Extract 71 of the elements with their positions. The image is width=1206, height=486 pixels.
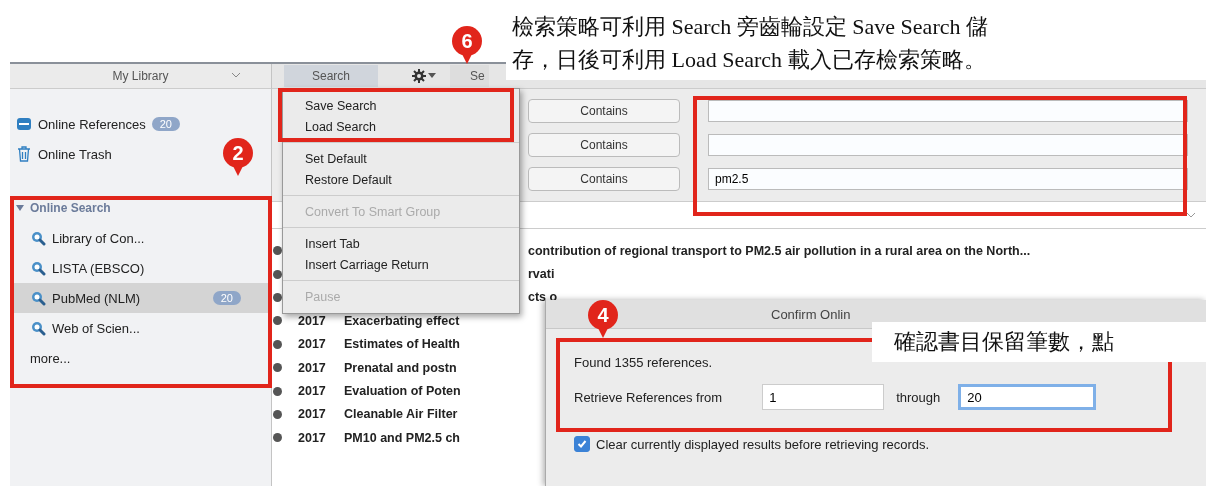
- year-cell-text: 2017: [298, 430, 327, 445]
- search-term-field[interactable]: [708, 100, 1188, 122]
- title-cell: Exacerbating effect: [344, 313, 460, 328]
- annotation-text: 檢索策略可利用 Search 旁齒輪設定 Save Search 儲: [512, 13, 988, 41]
- group-header[interactable]: Online Search: [10, 193, 115, 223]
- menu-item[interactable]: Set Default: [283, 148, 373, 169]
- count-badge: 20: [212, 291, 241, 305]
- year-cell-text: 2017: [298, 337, 327, 352]
- status-dot: [273, 316, 282, 326]
- database-icon: [16, 116, 32, 132]
- found-text: Found 1355 references.: [574, 355, 714, 370]
- annotation-text: 確認書目保留筆數，點: [894, 329, 1114, 354]
- magnifier-icon: [30, 260, 46, 276]
- sidebar-item[interactable]: Online References 20: [10, 109, 214, 139]
- status-dot: [273, 433, 282, 443]
- chevron-down-icon[interactable]: [1186, 212, 1196, 218]
- search-tab[interactable]: Search: [284, 65, 379, 87]
- checkmark-icon: [577, 439, 587, 449]
- title-cell: PM10 and PM2.5 ch: [344, 430, 460, 445]
- through-field[interactable]: 20: [958, 384, 1097, 410]
- search-term-field[interactable]: [708, 134, 1188, 156]
- title-cell: Evaluation of Poten: [344, 384, 461, 399]
- status-dot: [273, 409, 282, 419]
- year-cell-text: 2017: [298, 360, 327, 375]
- year-cell-text: 2017: [298, 407, 327, 422]
- checkbox-label: Clear currently displayed results before retrieving records.: [596, 436, 930, 452]
- toolbar-tab[interactable]: Se: [450, 65, 489, 87]
- magnifier-icon: [30, 290, 46, 306]
- condition-select[interactable]: Contains: [528, 167, 680, 191]
- dialog-title: Confirm Onlin: [771, 306, 851, 322]
- condition-select[interactable]: Contains: [528, 99, 680, 123]
- menu-item[interactable]: Restore Default: [283, 169, 398, 190]
- from-field[interactable]: 1: [762, 384, 885, 410]
- caret-icon[interactable]: [428, 73, 437, 79]
- from-label: Retrieve References from: [574, 389, 723, 405]
- status-dot: [273, 339, 282, 349]
- triangle-down-icon[interactable]: [16, 204, 24, 212]
- title-cell: Cleanable Air Filter: [344, 407, 458, 422]
- status-dot: [273, 363, 282, 373]
- settings-icon[interactable]: [412, 69, 427, 83]
- menu-item[interactable]: Insert Tab: [283, 233, 366, 254]
- sidebar-item[interactable]: Online Trash: [10, 139, 116, 169]
- sidebar-item[interactable]: Web of Scien...: [10, 313, 144, 343]
- title-cell: Prenatal and postn: [344, 360, 457, 375]
- title-cell: Estimates of Health: [344, 337, 460, 352]
- chevron-down-icon[interactable]: [231, 72, 241, 78]
- title-cell: rvati: [528, 267, 555, 282]
- year-cell-text: 2017: [298, 384, 327, 399]
- condition-select[interactable]: Contains: [528, 133, 680, 157]
- year-cell-text: 2017: [298, 313, 327, 328]
- library-title: My Library: [112, 69, 169, 83]
- sidebar-item[interactable]: LISTA (EBSCO): [10, 253, 149, 283]
- sidebar-item[interactable]: more...: [10, 343, 75, 373]
- search-term-field[interactable]: pm2.5: [708, 168, 1188, 190]
- status-dot: [273, 292, 282, 302]
- status-dot: [273, 246, 282, 256]
- through-label: through: [896, 389, 941, 405]
- status-dot: [273, 386, 282, 396]
- status-dot: [273, 269, 282, 279]
- trash-icon: [16, 146, 32, 162]
- menu-item[interactable]: Save Search: [283, 95, 383, 116]
- menu-item[interactable]: Insert Carriage Return: [283, 254, 435, 275]
- menu-item[interactable]: Load Search: [283, 116, 382, 137]
- magnifier-icon: [30, 320, 46, 336]
- checkbox[interactable]: [574, 436, 590, 452]
- magnifier-icon: [30, 230, 46, 246]
- gear-dropdown[interactable]: [412, 69, 437, 83]
- count-badge: 20: [151, 117, 180, 131]
- title-cell: contribution of regional transport to PM2.5 air pollution in a rural area on the North...: [528, 243, 1031, 258]
- annotation-text: 存，日後可利用 Load Search 載入已存檢索策略。: [512, 46, 986, 74]
- sidebar-item[interactable]: Library of Con...: [10, 223, 149, 253]
